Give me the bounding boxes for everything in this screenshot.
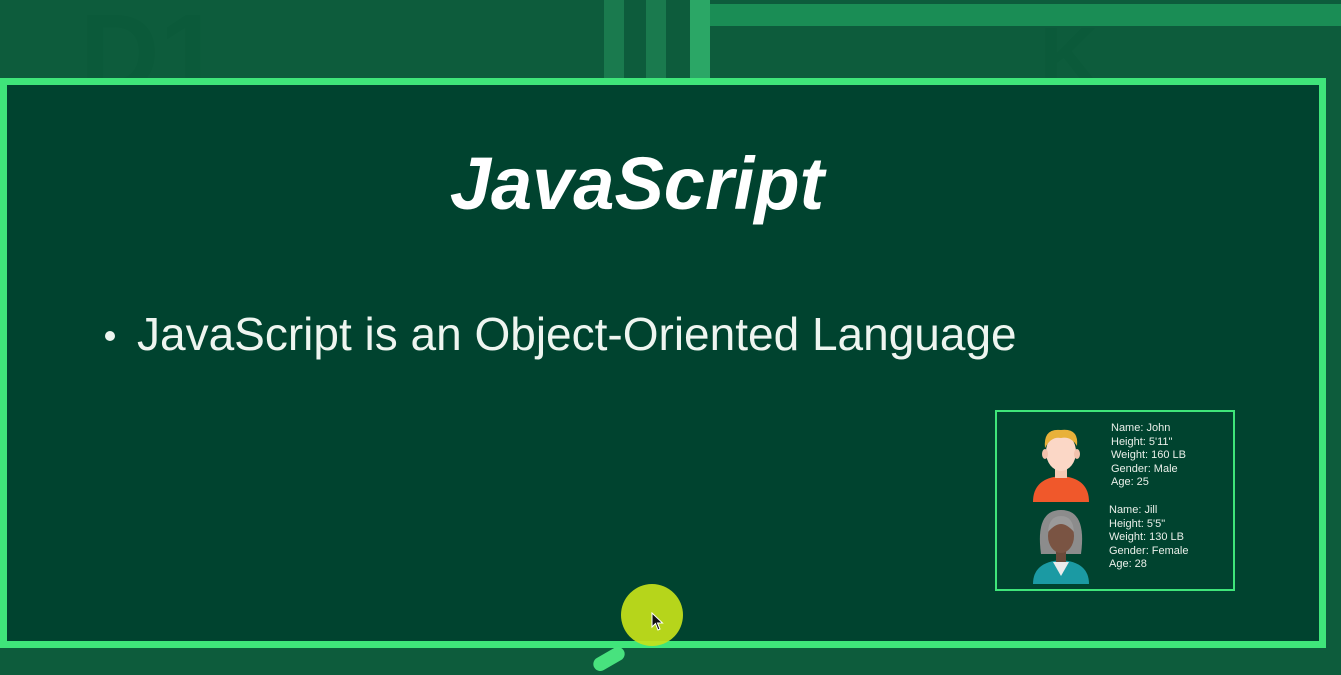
bullet-dot-icon (105, 331, 115, 341)
property-age: Age: 25 (1111, 476, 1149, 488)
property-name: Name: Jill (1109, 504, 1158, 516)
woman-avatar-icon (1033, 510, 1089, 584)
object-properties: Name: John Height: 5'11" Weight: 160 LB … (1111, 422, 1186, 490)
background-stripe (646, 0, 666, 80)
object-properties: Name: Jill Height: 5'5" Weight: 130 LB G… (1109, 504, 1188, 572)
background-stripe (710, 4, 1341, 26)
man-avatar-icon (1033, 429, 1089, 502)
property-name: Name: John (1111, 422, 1171, 434)
background-stripe (604, 0, 624, 80)
bullet-text: JavaScript is an Object-Oriented Languag… (137, 308, 1017, 360)
mouse-pointer-icon (651, 612, 664, 631)
property-gender: Gender: Female (1109, 544, 1189, 557)
property-weight: Weight: 160 LB (1111, 449, 1187, 461)
object-example-card: Name: John Height: 5'11" Weight: 160 LB … (995, 410, 1235, 591)
property-height: Height: 5'11" (1111, 435, 1173, 448)
bullet-item: JavaScript is an Object-Oriented Languag… (105, 307, 1017, 361)
property-weight: Weight: 130 LB (1109, 531, 1185, 543)
property-height: Height: 5'5" (1109, 517, 1166, 530)
person-object-jill: Name: Jill Height: 5'5" Weight: 130 LB G… (997, 500, 1233, 588)
slide: JavaScript JavaScript is an Object-Orien… (0, 78, 1326, 648)
property-age: Age: 28 (1109, 558, 1147, 570)
property-gender: Gender: Male (1111, 462, 1178, 475)
slide-title: JavaScript (449, 142, 825, 225)
person-object-john: Name: John Height: 5'11" Weight: 160 LB … (997, 418, 1233, 506)
background-stripe (690, 0, 710, 80)
